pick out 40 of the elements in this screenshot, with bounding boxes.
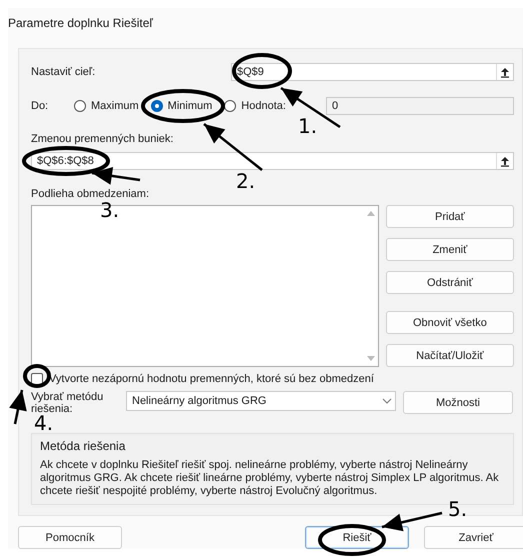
options-button[interactable]: Možnosti xyxy=(403,391,513,414)
value-field[interactable]: 0 xyxy=(326,97,514,115)
side-button[interactable]: Zmeniť xyxy=(386,238,514,261)
step-number: 5. xyxy=(448,499,468,519)
window-title: Parametre doplnku Riešiteľ xyxy=(8,16,153,30)
upload-arrow-icon[interactable] xyxy=(500,66,510,78)
side-button[interactable]: Odstrániť xyxy=(386,271,514,294)
scroll-up-icon[interactable] xyxy=(366,211,375,216)
dialog-button[interactable]: Pomocník xyxy=(18,526,122,549)
variables-field[interactable]: $Q$6:$Q$8 xyxy=(31,152,514,170)
highlight-ellipse xyxy=(23,364,51,388)
side-button[interactable]: Obnoviť všetko xyxy=(386,311,514,334)
scroll-down-icon[interactable] xyxy=(366,356,375,361)
step-number: 3. xyxy=(100,200,120,220)
highlight-ellipse xyxy=(318,524,386,556)
step-number: 2. xyxy=(236,171,256,191)
field-label: Zmenou premenných buniek: xyxy=(31,133,174,145)
side-button[interactable]: Načítať/Uložiť xyxy=(386,344,514,367)
dialog-button[interactable]: Zavrieť xyxy=(424,526,523,549)
radio-option[interactable]: Minimum xyxy=(150,100,212,112)
pointer-arrow xyxy=(9,390,27,424)
field-label: Podlieha obmedzeniam: xyxy=(31,188,150,200)
field-label: Nastaviť cieľ: xyxy=(31,66,96,78)
step-number: 4. xyxy=(34,413,54,433)
objective-field[interactable]: $Q$9 xyxy=(231,63,514,81)
checkbox-label: Vytvorte nezápornú hodnotu premenných, ktoré sú bez obmedzení xyxy=(49,373,374,385)
highlight-ellipse xyxy=(232,53,292,89)
radio-option[interactable]: Hodnota: xyxy=(224,100,286,112)
pointer-arrow xyxy=(92,166,140,185)
method-description: Ak chcete v doplnku Riešiteľ riešiť spoj. nelineárne problémy, vyberte nástroj Nelineárny algoritmus GRG. Ak chcete riešiť lineárne problémy, vyberte nástroj Simplex LP algoritmus. Ak chcete riešiť nespojité problémy, vyberte nástroj Evolučný algoritmus. xyxy=(40,459,500,498)
group-title: Metóda riešenia xyxy=(40,439,126,453)
method-dropdown[interactable]: Nelineárny algoritmus GRG xyxy=(126,391,396,411)
upload-arrow-icon[interactable] xyxy=(500,156,510,166)
field-label: Do: xyxy=(31,100,50,112)
field-label: Vybrať metódu riešenia: xyxy=(31,391,104,415)
radio-option[interactable]: Maximum xyxy=(74,100,139,112)
pointer-arrow xyxy=(203,123,263,171)
side-button[interactable]: Pridať xyxy=(386,205,514,228)
pointer-arrow xyxy=(382,512,442,532)
step-number: 1. xyxy=(298,116,318,136)
